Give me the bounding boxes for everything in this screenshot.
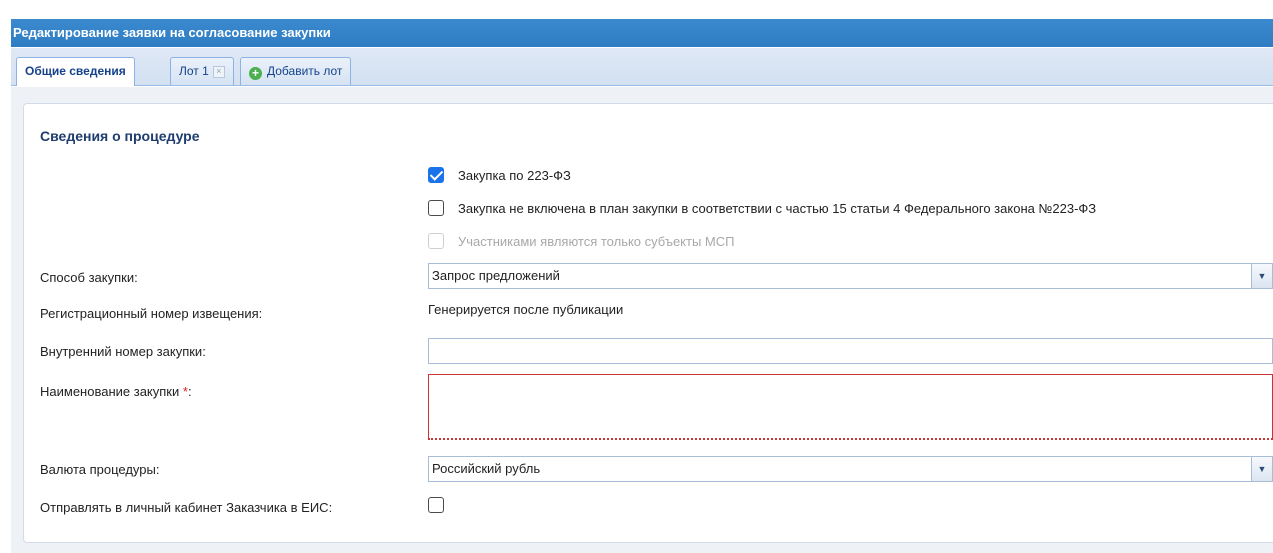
fz223-label: Закупка по 223-ФЗ (458, 168, 571, 183)
purchase-name-textarea[interactable] (428, 374, 1273, 440)
method-value: Запрос предложений (432, 268, 560, 283)
internal-number-label: Внутренний номер закупки: (40, 344, 206, 359)
currency-select[interactable]: Российский рубль ▼ (428, 456, 1273, 482)
tab-add-lot[interactable]: + Добавить лот (240, 57, 352, 85)
tab-general[interactable]: Общие сведения (16, 57, 135, 86)
internal-number-input[interactable] (428, 338, 1273, 364)
add-icon: + (249, 67, 262, 80)
purchase-name-label: Наименование закупки *: (40, 384, 192, 399)
tab-lot-1[interactable]: Лот 1 × (170, 57, 234, 85)
not-in-plan-checkbox[interactable] (428, 200, 444, 216)
tab-general-label: Общие сведения (25, 64, 126, 78)
tab-add-lot-label: Добавить лот (267, 64, 343, 78)
send-eis-label: Отправлять в личный кабинет Заказчика в … (40, 500, 333, 515)
method-label: Способ закупки: (40, 270, 138, 285)
section-title: Сведения о процедуре (40, 128, 200, 144)
reg-number-label: Регистрационный номер извещения: (40, 306, 263, 321)
tab-strip: Общие сведения Лот 1 × + Добавить лот (11, 48, 1273, 86)
not-in-plan-label: Закупка не включена в план закупки в соо… (458, 201, 1097, 216)
msp-only-checkbox (428, 233, 444, 249)
fz223-checkbox[interactable] (428, 167, 444, 183)
purchase-name-label-text: Наименование закупки (40, 384, 180, 399)
chevron-down-icon[interactable]: ▼ (1251, 457, 1272, 481)
send-eis-checkbox[interactable] (428, 497, 444, 513)
msp-only-label: Участниками являются только субъекты МСП (458, 234, 735, 249)
chevron-down-icon[interactable]: ▼ (1251, 264, 1272, 288)
method-select[interactable]: Запрос предложений ▼ (428, 263, 1273, 289)
window-title: Редактирование заявки на согласование за… (11, 19, 1273, 47)
currency-value: Российский рубль (432, 461, 541, 476)
window-header: Редактирование заявки на согласование за… (0, 0, 1273, 48)
purchase-name-label-suffix: : (187, 384, 192, 399)
tab-lot-1-label: Лот 1 (179, 64, 209, 78)
reg-number-value: Генерируется после публикации (428, 302, 624, 317)
currency-label: Валюта процедуры: (40, 462, 160, 477)
close-icon[interactable]: × (212, 66, 225, 78)
